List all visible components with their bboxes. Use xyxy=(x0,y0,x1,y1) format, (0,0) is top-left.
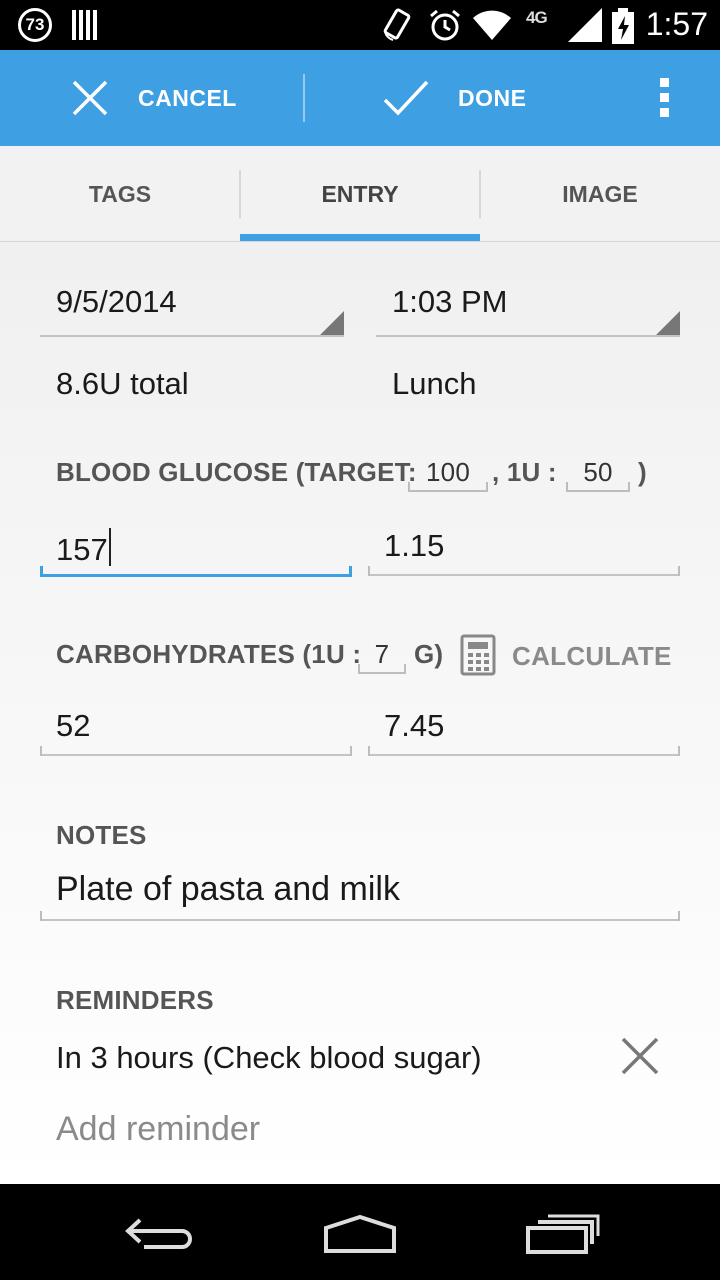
action-bar-divider xyxy=(303,74,305,122)
calculate-button[interactable]: CALCULATE xyxy=(458,632,671,678)
barcode-notification-icon xyxy=(72,10,97,40)
field-tick xyxy=(408,482,410,492)
reminder-text: In 3 hours (Check blood sugar) xyxy=(56,1040,482,1075)
field-tick xyxy=(350,746,352,756)
wifi-icon xyxy=(473,10,511,40)
field-underline xyxy=(566,490,630,492)
input-underline xyxy=(40,919,680,921)
field-tick xyxy=(678,746,680,756)
signal-strength-icon xyxy=(568,8,602,42)
glucose-unit-value: 50 xyxy=(583,457,613,487)
glucose-label-suffix: ) xyxy=(638,457,647,487)
close-icon xyxy=(72,80,108,116)
field-tick xyxy=(368,746,370,756)
field-tick xyxy=(404,664,406,674)
field-tick xyxy=(486,482,488,492)
blood-glucose-input[interactable]: 157 xyxy=(40,520,352,580)
clock: 1:57 xyxy=(645,6,708,42)
tab-image[interactable]: IMAGE xyxy=(480,146,720,242)
field-tick xyxy=(40,911,42,921)
time-spinner[interactable]: 1:03 PM xyxy=(376,278,680,338)
overflow-menu-icon[interactable] xyxy=(654,78,674,120)
notes-input[interactable]: Plate of pasta and milk xyxy=(40,864,680,924)
input-underline-focused xyxy=(40,574,352,577)
carb-label-suffix: G) xyxy=(414,639,444,669)
field-tick xyxy=(349,566,352,576)
carb-unit-value: 7 xyxy=(374,639,390,669)
cancel-label: CANCEL xyxy=(138,84,237,111)
carb-unit-field[interactable]: 7 xyxy=(358,630,406,676)
blood-glucose-value-wrap: 157 xyxy=(56,528,111,568)
field-underline xyxy=(408,490,488,492)
meal-label: Lunch xyxy=(392,366,477,401)
alarm-icon xyxy=(430,9,460,41)
carbohydrates-label: CARBOHYDRATES (1U : xyxy=(56,639,362,669)
field-tick xyxy=(628,482,630,492)
glucose-target-value: 100 xyxy=(426,457,470,487)
notes-label: NOTES xyxy=(56,820,147,850)
glucose-insulin-input[interactable]: 1.15 xyxy=(368,520,680,580)
glucose-insulin-value: 1.15 xyxy=(384,528,445,563)
home-icon[interactable] xyxy=(322,1214,398,1254)
field-tick xyxy=(368,566,370,576)
notification-count-badge: 73 xyxy=(18,8,52,42)
checkmark-icon xyxy=(383,80,429,116)
done-label: DONE xyxy=(458,84,527,111)
reminders-label: REMINDERS xyxy=(56,985,214,1015)
status-bar: 73 4G 1:57 xyxy=(0,0,720,50)
network-type-label: 4G xyxy=(526,8,548,27)
carbohydrates-value: 52 xyxy=(56,708,91,743)
dropdown-corner-icon xyxy=(320,311,344,335)
tab-bar: TAGS ENTRY IMAGE xyxy=(0,146,720,242)
done-button[interactable]: DONE xyxy=(382,50,526,146)
glucose-unit-field[interactable]: 50 xyxy=(566,448,630,494)
spinner-underline xyxy=(40,335,344,337)
text-cursor xyxy=(108,528,111,566)
field-tick xyxy=(678,566,680,576)
field-tick xyxy=(40,746,42,756)
notes-value: Plate of pasta and milk xyxy=(56,870,400,908)
selected-tab-indicator xyxy=(240,234,480,241)
navigation-bar xyxy=(0,1184,720,1280)
screen-rotation-icon xyxy=(383,8,411,41)
date-spinner[interactable]: 9/5/2014 xyxy=(40,278,344,338)
insulin-total: 8.6U total xyxy=(56,366,189,401)
carbohydrates-input[interactable]: 52 xyxy=(40,700,352,760)
add-reminder-button[interactable]: Add reminder xyxy=(56,1110,260,1149)
carb-insulin-value: 7.45 xyxy=(384,708,445,743)
battery-charging-icon xyxy=(612,8,634,44)
blood-glucose-label: BLOOD GLUCOSE (TARGET: xyxy=(56,457,417,487)
spinner-underline xyxy=(376,335,680,337)
calculate-label: CALCULATE xyxy=(512,641,672,671)
calculator-icon xyxy=(460,634,496,676)
cancel-button[interactable]: CANCEL xyxy=(70,50,237,146)
field-tick xyxy=(678,911,680,921)
blood-glucose-value: 157 xyxy=(56,532,108,567)
back-icon[interactable] xyxy=(124,1216,196,1252)
tab-entry[interactable]: ENTRY xyxy=(240,146,480,242)
dropdown-corner-icon xyxy=(656,311,680,335)
field-tick xyxy=(40,566,43,576)
carb-insulin-input[interactable]: 7.45 xyxy=(368,700,680,760)
reminder-item[interactable]: In 3 hours (Check blood sugar) xyxy=(40,1032,680,1082)
tab-tags[interactable]: TAGS xyxy=(0,146,240,242)
glucose-target-field[interactable]: 100 xyxy=(408,448,488,494)
field-underline xyxy=(358,672,406,674)
glucose-unit-separator: , 1U : xyxy=(492,457,557,487)
field-tick xyxy=(358,664,360,674)
recent-apps-icon[interactable] xyxy=(526,1214,600,1254)
action-bar: CANCEL DONE xyxy=(0,50,720,146)
remove-reminder-icon[interactable] xyxy=(620,1036,660,1076)
time-value: 1:03 PM xyxy=(392,284,508,319)
input-underline xyxy=(368,754,680,756)
input-underline xyxy=(40,754,352,756)
input-underline xyxy=(368,574,680,576)
field-tick xyxy=(566,482,568,492)
date-value: 9/5/2014 xyxy=(56,284,177,319)
entry-form: 9/5/2014 1:03 PM 8.6U total Lunch BLOOD … xyxy=(0,242,720,1184)
